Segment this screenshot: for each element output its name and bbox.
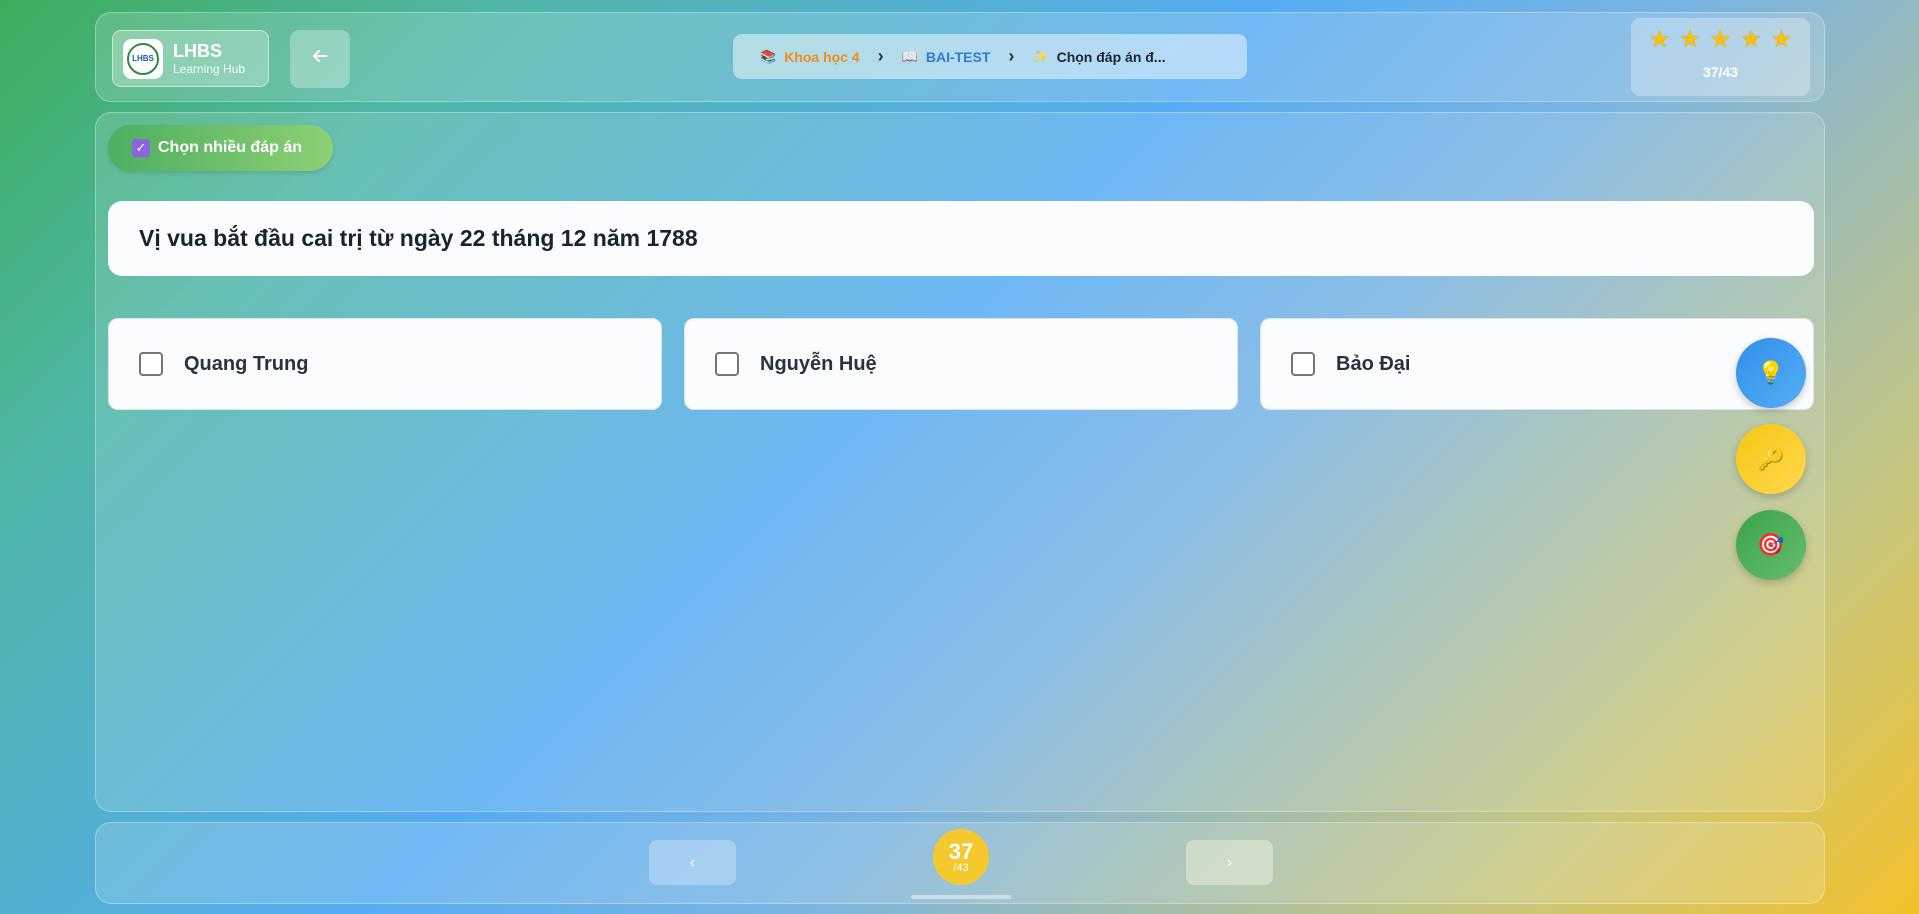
back-button[interactable]	[290, 30, 350, 88]
question-counter: 37 /43	[933, 829, 989, 885]
breadcrumb-item-course[interactable]: 📚 Khoa học 4	[760, 49, 860, 65]
key-icon: 🔑	[1757, 446, 1785, 471]
star-icon: ★	[1709, 26, 1732, 53]
app-logo[interactable]: LHBS LHBS Learning Hub	[112, 30, 269, 87]
question-panel: ✓ Chọn nhiều đáp án Vị vua bắt đầu cai t…	[95, 112, 1825, 812]
breadcrumb: 📚 Khoa học 4 › 📖 BAI-TEST › ✨ Chọn đáp á…	[733, 34, 1247, 79]
checkbox[interactable]	[715, 352, 739, 376]
books-icon: 📚	[760, 48, 777, 64]
star-icon: ★	[1648, 26, 1671, 53]
question-text: Vị vua bắt đầu cai trị từ ngày 22 tháng …	[108, 201, 1814, 276]
hint-button[interactable]: 💡	[1736, 338, 1806, 408]
answer-option[interactable]: Bảo Đại	[1260, 318, 1814, 410]
checkbox-checked-icon: ✓	[132, 139, 150, 157]
multi-select-mode-badge: ✓ Chọn nhiều đáp án	[108, 125, 333, 171]
answer-option-label: Quang Trung	[184, 352, 309, 375]
checkbox[interactable]	[139, 352, 163, 376]
sparkles-icon: ✨	[1032, 48, 1049, 64]
open-book-icon: 📖	[901, 48, 918, 64]
chevron-left-icon: ‹	[689, 853, 696, 871]
breadcrumb-item-lesson[interactable]: 📖 BAI-TEST	[902, 49, 991, 65]
logo-text: LHBS Learning Hub	[173, 42, 245, 75]
checkbox[interactable]	[1291, 352, 1315, 376]
star-icon: ★	[1679, 26, 1701, 53]
star-icon: ★	[1740, 26, 1762, 53]
answer-option[interactable]: Quang Trung	[108, 318, 662, 410]
breadcrumb-label: Chọn đáp án đ...	[1056, 48, 1166, 65]
progress-count: 37/43	[1702, 64, 1739, 80]
breadcrumb-item-current: ✨ Chọn đáp án đ...	[1032, 49, 1165, 65]
target-button[interactable]: 🎯	[1736, 510, 1806, 580]
chevron-right-icon: ›	[877, 46, 884, 66]
top-bar: LHBS LHBS Learning Hub 📚 Khoa học 4 › 📖 …	[95, 12, 1825, 102]
target-icon: 🎯	[1757, 532, 1785, 557]
breadcrumb-label: BAI-TEST	[925, 48, 991, 65]
answer-option[interactable]: Nguyễn Huệ	[684, 318, 1238, 410]
answer-key-button[interactable]: 🔑	[1736, 424, 1806, 494]
star-rating: ★ ★ ★ ★ ★	[1631, 28, 1810, 52]
chevron-right-icon: ›	[1008, 46, 1015, 66]
answer-option-label: Bảo Đại	[1336, 352, 1411, 375]
star-icon: ★	[1770, 26, 1793, 53]
logo-badge-text: LHBS	[127, 42, 159, 75]
lightbulb-icon: 💡	[1757, 360, 1785, 385]
answer-option-label: Nguyễn Huệ	[760, 352, 877, 375]
next-button[interactable]: ›	[1186, 840, 1273, 885]
current-question-number: 37	[948, 838, 974, 864]
chevron-right-icon: ›	[1226, 853, 1233, 871]
total-questions: /43	[953, 861, 969, 874]
arrow-left-icon	[311, 47, 329, 71]
bottom-nav-bar: ‹ 37 /43 ›	[95, 822, 1825, 904]
logo-title: LHBS	[173, 41, 222, 61]
logo-subtitle: Learning Hub	[173, 62, 246, 76]
previous-button[interactable]: ‹	[649, 840, 736, 885]
score-panel: ★ ★ ★ ★ ★ 37/43	[1631, 18, 1810, 96]
mode-label: Chọn nhiều đáp án	[158, 139, 302, 156]
progress-bar	[911, 895, 1011, 899]
logo-badge: LHBS	[123, 38, 163, 79]
breadcrumb-label: Khoa học 4	[784, 48, 860, 65]
